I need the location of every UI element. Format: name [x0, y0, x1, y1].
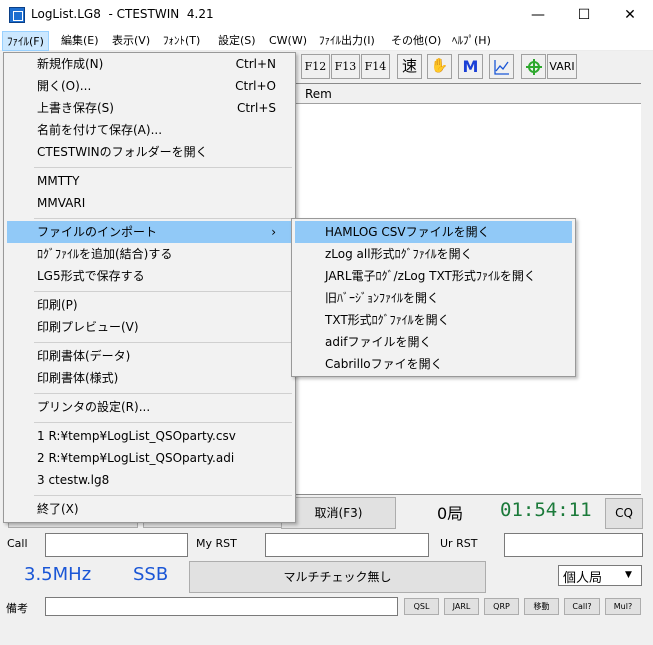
menu-save-shortcut: Ctrl+S: [236, 101, 276, 115]
import-old-version[interactable]: 旧ﾊﾞｰｼﾞｮﾝﾌｧｲﾙを開く: [295, 287, 572, 309]
minimize-button[interactable]: —: [515, 0, 561, 31]
call-check-button[interactable]: Call?: [564, 598, 600, 615]
remarks-input[interactable]: [45, 597, 398, 616]
app-icon[interactable]: [9, 7, 25, 23]
import-hamlog-csv[interactable]: HAMLOG CSVファイルを開く: [295, 221, 572, 243]
cancel-button[interactable]: 取消(F3): [281, 497, 396, 529]
menu-recent-file-3[interactable]: 3 ctestw.lg8: [7, 469, 292, 491]
menu-recent-file-2[interactable]: 2 R:¥temp¥LogList_QSOparty.adi: [7, 447, 292, 469]
menu-cw[interactable]: CW(W): [265, 31, 311, 51]
maximize-button[interactable]: ☐: [561, 0, 607, 31]
menu-save-as[interactable]: 名前を付けて保存(A)...: [7, 119, 292, 141]
menu-open-label: 開く(O)...: [37, 79, 92, 93]
menu-new[interactable]: 新規作成(N) Ctrl+N: [7, 53, 292, 75]
chevron-right-icon: ›: [271, 225, 276, 239]
call-label: Call: [7, 537, 28, 550]
menu-help[interactable]: ﾍﾙﾌﾟ(H): [448, 31, 495, 51]
menu-recent-file-1[interactable]: 1 R:¥temp¥LogList_QSOparty.csv: [7, 425, 292, 447]
call-input[interactable]: [45, 533, 188, 557]
menu-new-shortcut: Ctrl+N: [235, 57, 276, 71]
my-rst-input[interactable]: [265, 533, 429, 557]
menu-print-font-data[interactable]: 印刷書体(データ): [7, 345, 292, 367]
import-submenu: HAMLOG CSVファイルを開く zLog all形式ﾛｸﾞﾌｧｲﾙを開く J…: [291, 218, 576, 377]
menu-edit[interactable]: 編集(E): [57, 31, 103, 51]
rem-column-header[interactable]: Rem: [296, 84, 641, 104]
menu-print-font-style[interactable]: 印刷書体(様式): [7, 367, 292, 389]
station-type-select[interactable]: 個人局 ▼: [558, 565, 642, 586]
menu-mmtty[interactable]: MMTTY: [7, 170, 292, 192]
chart-icon[interactable]: [489, 54, 514, 79]
title-bar: LogList.LG8 - CTESTWIN 4.21 — ☐ ✕: [0, 0, 653, 31]
multi-check-button[interactable]: マルチチェック無し: [189, 561, 486, 593]
chevron-down-icon: ▼: [625, 570, 632, 580]
menu-print[interactable]: 印刷(P): [7, 294, 292, 316]
menu-font[interactable]: ﾌｫﾝﾄ(T): [159, 31, 204, 51]
menu-file-import[interactable]: ファイルのインポート ›: [7, 221, 292, 243]
import-txt-log[interactable]: TXT形式ﾛｸﾞﾌｧｲﾙを開く: [295, 309, 572, 331]
qsl-button[interactable]: QSL: [404, 598, 439, 615]
vari-button[interactable]: VARI: [547, 54, 577, 79]
multi-query-button[interactable]: Mul?: [605, 598, 641, 615]
close-button[interactable]: ✕: [607, 0, 653, 31]
jarl-button[interactable]: JARL: [444, 598, 479, 615]
remarks-label: 備考: [6, 602, 28, 615]
f14-button[interactable]: F14: [361, 54, 390, 79]
toolbar: F12 F13 F14 速 ✋ M VARI: [295, 54, 653, 81]
import-adif[interactable]: adifファイルを開く: [295, 331, 572, 353]
f12-button[interactable]: F12: [301, 54, 330, 79]
menu-view[interactable]: 表示(V): [108, 31, 154, 51]
import-jarl-zlog-txt[interactable]: JARL電子ﾛｸﾞ/zLog TXT形式ﾌｧｲﾙを開く: [295, 265, 572, 287]
window-title: LogList.LG8 - CTESTWIN 4.21: [31, 7, 214, 21]
menu-other[interactable]: その他(O): [387, 31, 445, 51]
grid-edge: [641, 83, 653, 495]
portable-button[interactable]: 移動: [524, 598, 559, 615]
menu-print-preview[interactable]: 印刷プレビュー(V): [7, 316, 292, 338]
qrp-button[interactable]: QRP: [484, 598, 519, 615]
menu-printer-settings[interactable]: プリンタの設定(R)...: [7, 396, 292, 418]
menu-open-shortcut: Ctrl+O: [235, 79, 276, 93]
import-zlog-all[interactable]: zLog all形式ﾛｸﾞﾌｧｲﾙを開く: [295, 243, 572, 265]
menu-open-folder[interactable]: CTESTWINのフォルダーを開く: [7, 141, 292, 163]
ur-rst-label: Ur RST: [440, 537, 478, 550]
menu-separator: [34, 218, 292, 219]
f13-button[interactable]: F13: [331, 54, 360, 79]
menu-save[interactable]: 上書き保存(S) Ctrl+S: [7, 97, 292, 119]
ur-rst-input[interactable]: [504, 533, 643, 557]
station-type-value: 個人局: [563, 571, 603, 586]
hand-icon[interactable]: ✋: [427, 54, 452, 79]
cq-button[interactable]: CQ: [605, 498, 643, 529]
menu-mmvari[interactable]: MMVARI: [7, 192, 292, 214]
menu-open[interactable]: 開く(O)... Ctrl+O: [7, 75, 292, 97]
crosshair-icon[interactable]: [521, 54, 546, 79]
menu-new-label: 新規作成(N): [37, 57, 104, 71]
clock: 01:54:11: [500, 499, 592, 521]
menu-save-lg5[interactable]: LG5形式で保存する: [7, 265, 292, 287]
menu-exit[interactable]: 終了(X): [7, 498, 292, 520]
import-cabrillo[interactable]: Cabrilloファイを開く: [295, 353, 572, 375]
menu-separator: [34, 167, 292, 168]
my-rst-label: My RST: [196, 537, 237, 550]
speed-button[interactable]: 速: [397, 54, 422, 79]
menu-file-import-label: ファイルのインポート: [37, 225, 158, 239]
qso-count: 0局: [437, 504, 464, 523]
menu-append-log[interactable]: ﾛｸﾞﾌｧｲﾙを追加(結合)する: [7, 243, 292, 265]
menu-file[interactable]: ﾌｧｲﾙ(F): [2, 31, 49, 51]
mode-display[interactable]: SSB: [133, 564, 168, 585]
menu-separator: [34, 342, 292, 343]
menu-separator: [34, 495, 292, 496]
menu-bar: ﾌｧｲﾙ(F) 編集(E) 表示(V) ﾌｫﾝﾄ(T) 設定(S) CW(W) …: [0, 31, 653, 51]
menu-separator: [34, 422, 292, 423]
frequency-display[interactable]: 3.5MHz: [24, 564, 91, 585]
menu-settings[interactable]: 設定(S): [214, 31, 260, 51]
m-button[interactable]: M: [458, 54, 483, 79]
menu-separator: [34, 291, 292, 292]
file-menu: 新規作成(N) Ctrl+N 開く(O)... Ctrl+O 上書き保存(S) Ctr…: [3, 52, 296, 523]
menu-separator: [34, 393, 292, 394]
menu-file-output[interactable]: ﾌｧｲﾙ出力(I): [315, 31, 379, 51]
menu-save-label: 上書き保存(S): [37, 101, 114, 115]
